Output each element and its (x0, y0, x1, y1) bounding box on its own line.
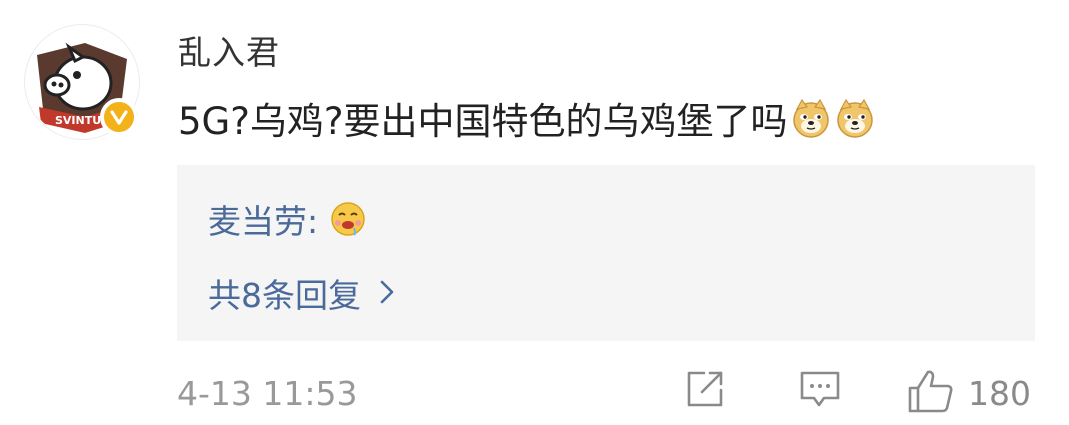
username[interactable]: 乱入君 (178, 26, 280, 74)
drooling-emoji-icon (328, 199, 368, 239)
verified-badge-icon (100, 98, 138, 136)
reply-item[interactable]: 麦当劳: (208, 195, 368, 243)
reply-button[interactable] (798, 368, 842, 414)
reply-preview[interactable]: 麦当劳: 共8条回复 (177, 165, 1035, 341)
chevron-right-icon (379, 274, 395, 313)
comment-text-row: 5G?乌鸡?要出中国特色的乌鸡堡了吗 (178, 91, 876, 145)
doge-emoji-icon (834, 97, 876, 139)
like-button[interactable]: 180 (906, 368, 1031, 418)
share-icon (684, 368, 726, 414)
thumbs-up-icon (906, 368, 956, 418)
reply-author[interactable]: 麦当劳: (208, 195, 318, 243)
timestamp: 4-13 11:53 (177, 374, 358, 413)
comment-text: 5G?乌鸡?要出中国特色的乌鸡堡了吗 (178, 100, 788, 143)
view-all-replies-link[interactable]: 共8条回复 (208, 269, 395, 317)
share-button[interactable] (684, 368, 726, 414)
like-count: 180 (968, 373, 1031, 413)
comment-icon (798, 368, 842, 414)
doge-emoji-icon (790, 97, 832, 139)
reply-count-label[interactable]: 共8条回复 (208, 269, 361, 317)
